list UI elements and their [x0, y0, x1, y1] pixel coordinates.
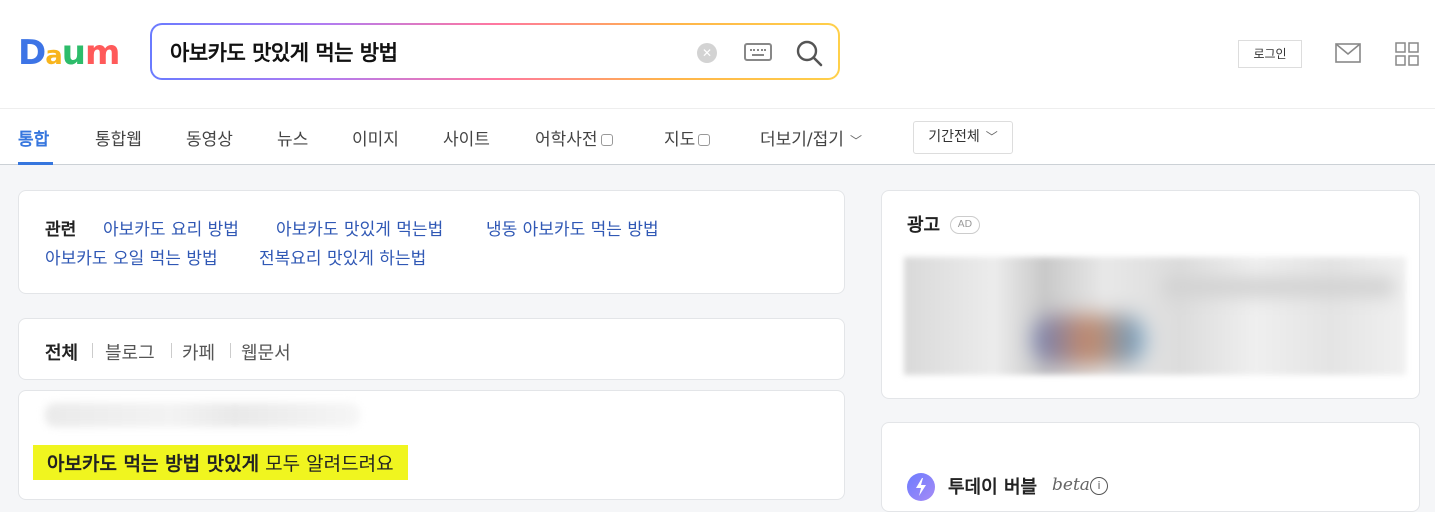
keyboard-icon[interactable]: [744, 43, 772, 61]
related-link[interactable]: 전복요리 맛있게 하는법: [259, 244, 426, 269]
divider: [171, 343, 172, 358]
tab-video[interactable]: 동영상: [186, 125, 233, 150]
clear-search-icon[interactable]: ✕: [697, 43, 717, 63]
tab-map-label: 지도: [664, 130, 696, 150]
search-box: ✕: [150, 23, 840, 80]
filter-cafe[interactable]: 카페: [182, 339, 215, 365]
tab-images[interactable]: 이미지: [352, 125, 399, 150]
tab-news[interactable]: 뉴스: [277, 125, 308, 150]
daum-logo[interactable]: Daum: [18, 36, 120, 73]
period-filter-label: 기간전체: [928, 129, 980, 145]
source-filter-card: 전체 블로그 카페 웹문서: [18, 318, 845, 380]
result-title-link[interactable]: 아보카도 먹는 방법 맛있게 모두 알려드려요: [33, 445, 408, 480]
search-icon[interactable]: [795, 39, 823, 67]
ad-title: 광고: [907, 215, 941, 236]
lightning-icon: [907, 473, 935, 501]
tab-more-label: 더보기/접기: [760, 130, 844, 150]
result-title-rest: 모두 알려드려요: [259, 453, 394, 475]
ad-badge: AD: [950, 216, 980, 234]
filter-blog[interactable]: 블로그: [105, 339, 155, 365]
external-link-icon: [698, 134, 711, 146]
search-tabs: 통합 통합웹 동영상 뉴스 이미지 사이트 어학사전 지도 더보기/접기 ﹀ 기간…: [0, 108, 1435, 165]
search-input[interactable]: [168, 35, 672, 69]
ad-card: 광고 AD: [881, 190, 1420, 399]
beta-label: beta: [1052, 475, 1090, 495]
login-button[interactable]: 로그인: [1238, 40, 1302, 68]
header: Daum ✕ 로그인: [0, 0, 1435, 108]
active-tab-indicator: [18, 162, 53, 165]
chevron-down-icon: ﹀: [985, 130, 998, 144]
result-card: 아보카도 먹는 방법 맛있게 모두 알려드려요: [18, 390, 845, 500]
mail-icon[interactable]: [1335, 43, 1361, 63]
divider: [230, 343, 231, 358]
today-bubble-card: 투데이 버블 beta i: [881, 422, 1420, 512]
today-bubble-title: 투데이 버블: [948, 477, 1038, 498]
tab-more[interactable]: 더보기/접기 ﹀: [760, 125, 862, 150]
related-link[interactable]: 아보카도 오일 먹는 방법: [45, 244, 218, 269]
chevron-down-icon: ﹀: [849, 134, 862, 148]
info-icon[interactable]: i: [1090, 477, 1108, 495]
tab-map[interactable]: 지도: [664, 125, 711, 150]
filter-webdoc[interactable]: 웹문서: [241, 339, 291, 365]
blurred-result-meta: [45, 403, 360, 427]
result-title-bold: 아보카도 먹는 방법 맛있게: [47, 453, 260, 475]
related-link[interactable]: 아보카도 맛있게 먹는법: [276, 215, 443, 240]
filter-all[interactable]: 전체: [45, 339, 78, 365]
external-link-icon: [600, 134, 613, 146]
divider: [92, 343, 93, 358]
related-link[interactable]: 냉동 아보카도 먹는 방법: [486, 215, 659, 240]
tab-web[interactable]: 통합웹: [95, 125, 142, 150]
related-title: 관련: [45, 220, 77, 240]
tab-dictionary-label: 어학사전: [535, 130, 598, 150]
tab-sites[interactable]: 사이트: [443, 125, 490, 150]
ad-banner-image[interactable]: [904, 257, 1406, 375]
related-searches-card: 관련 아보카도 요리 방법 아보카도 맛있게 먹는법 냉동 아보카도 먹는 방법…: [18, 190, 845, 294]
apps-grid-icon[interactable]: [1395, 42, 1419, 66]
period-filter-button[interactable]: 기간전체 ﹀: [913, 121, 1013, 154]
tab-dictionary[interactable]: 어학사전: [535, 125, 613, 150]
related-link[interactable]: 아보카도 요리 방법: [103, 215, 239, 240]
tab-integrated[interactable]: 통합: [18, 125, 49, 150]
